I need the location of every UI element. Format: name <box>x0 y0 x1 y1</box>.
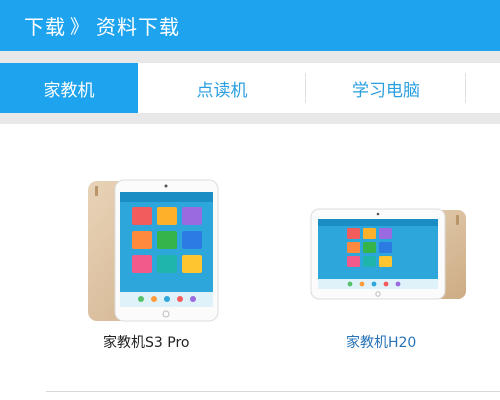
product-name-h20[interactable]: 家教机H20 <box>346 332 416 352</box>
tablet-portrait-image[interactable] <box>86 178 220 324</box>
tab-label: 家教机 <box>43 80 95 101</box>
tab-spacer <box>466 63 500 113</box>
category-tabs: 家教机 点读机 学习电脑 <box>0 63 500 113</box>
tab-divider <box>465 73 466 103</box>
tab-label: 点读机 <box>196 80 248 101</box>
tab-reading-pen[interactable]: 点读机 <box>138 63 306 113</box>
product-card-s3-pro[interactable] <box>86 178 220 324</box>
tab-band-bottom <box>0 113 500 124</box>
breadcrumb-separator: 》 <box>70 16 91 38</box>
breadcrumb-current: 资料下载 <box>96 15 181 39</box>
tab-tutor-machine[interactable]: 家教机 <box>0 63 138 113</box>
breadcrumb-root-link[interactable]: 下载 <box>24 11 66 40</box>
tab-learning-computer[interactable]: 学习电脑 <box>306 63 466 113</box>
page: 下载 》 资料下载 家教机 点读机 学习电脑 家教机S3 Pro 家教机H20 <box>0 0 500 400</box>
header-bar: 下载 》 资料下载 <box>0 0 500 51</box>
divider-line <box>46 391 500 392</box>
tab-band-top <box>0 51 500 63</box>
product-card-h20[interactable] <box>310 207 468 301</box>
tab-label: 学习电脑 <box>352 80 420 101</box>
breadcrumb: 下载 》 资料下载 <box>24 11 180 40</box>
product-name-s3-pro[interactable]: 家教机S3 Pro <box>103 332 189 352</box>
tablet-landscape-image[interactable] <box>310 207 468 301</box>
